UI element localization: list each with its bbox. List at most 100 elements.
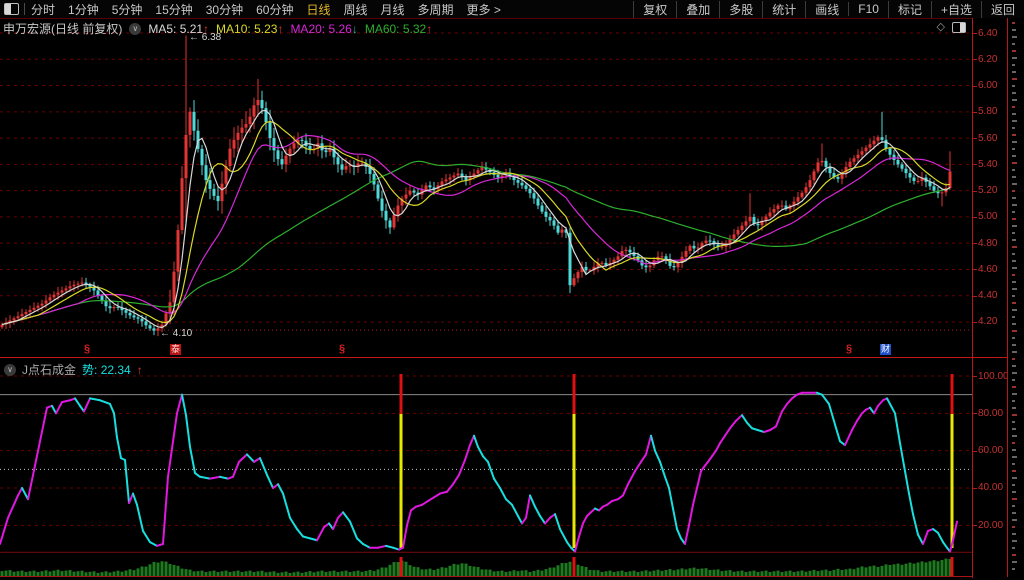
main-chart-panel: 申万宏源(日线 前复权) ∨ MA5: 5.21↑ MA10: 5.23↑ MA… (0, 18, 1024, 357)
up-arrow-icon: ↑ (277, 22, 283, 36)
menu-item-15min[interactable]: 15分钟 (155, 1, 192, 18)
mini-strip-glyph (1012, 176, 1016, 178)
indicator-value-label: 势: 22.34 (82, 361, 131, 378)
indicator-title: J点石成金 (22, 361, 76, 378)
action-back[interactable]: 返回 (981, 1, 1024, 18)
axis-tick (973, 33, 977, 34)
mini-strip-glyph (1012, 85, 1015, 87)
ma20-label: MA20: (290, 22, 325, 36)
mini-strip-glyph (1012, 274, 1015, 276)
menu-item-monthly[interactable]: 月线 (381, 1, 405, 18)
action-multistock[interactable]: 多股 (719, 1, 762, 18)
mini-strip-glyph (1012, 428, 1016, 430)
price-axis-label: 6.20 (973, 54, 1007, 65)
mini-strip-glyph (1012, 281, 1016, 283)
menu-item-more[interactable]: 更多 > (467, 1, 501, 18)
action-fuquan[interactable]: 复权 (633, 1, 676, 18)
menu-item-1min[interactable]: 1分钟 (68, 1, 99, 18)
mini-strip-glyph (1012, 491, 1016, 493)
axis-tick (973, 488, 977, 489)
menu-item-5min[interactable]: 5分钟 (112, 1, 143, 18)
financial-report-mark[interactable]: 财 (880, 344, 891, 355)
ma60-value: 5.32 (403, 22, 426, 36)
action-drawline[interactable]: 画线 (805, 1, 848, 18)
ma20-value: 5.26 (328, 22, 351, 36)
low-price-annotation: ← 4.10 (160, 328, 192, 339)
mini-strip-glyph (1012, 211, 1015, 213)
trading-app: 分时 1分钟 5分钟 15分钟 30分钟 60分钟 日线 周线 月线 多周期 更… (0, 0, 1024, 580)
indicator-axis-label: 20.00 (973, 520, 1007, 531)
axis-tick (973, 243, 977, 244)
action-overlay[interactable]: 叠加 (676, 1, 719, 18)
mini-strip-glyph (1012, 484, 1015, 486)
menu-item-30min[interactable]: 30分钟 (206, 1, 243, 18)
main-candle-chart[interactable] (0, 18, 972, 357)
mini-strip-glyph (1012, 78, 1017, 80)
mini-strip-glyph (1012, 554, 1016, 556)
mini-strip-glyph (1012, 141, 1017, 143)
indicator-value-name: 势: (82, 363, 97, 377)
ma60-legend: MA60: 5.32↑ (365, 22, 432, 36)
mini-strip-glyph (1012, 225, 1017, 227)
chevron-down-icon[interactable]: ∨ (129, 23, 141, 35)
sub-chart-panel: ∨ J点石成金 势: 22.34 ↑ 100.0080.0060.0040.00… (0, 357, 1024, 578)
right-mini-strip[interactable] (1007, 18, 1024, 577)
axis-tick (973, 138, 977, 139)
action-f10[interactable]: F10 (848, 2, 888, 16)
axis-tick (973, 217, 977, 218)
chevron-down-icon[interactable]: ∨ (4, 364, 16, 376)
mini-strip-glyph (1012, 36, 1017, 38)
mini-strip-glyph (1012, 127, 1015, 129)
mini-strip-glyph (1012, 421, 1015, 423)
price-axis-label: 5.60 (973, 133, 1007, 144)
indicator-axis-label: 40.00 (973, 482, 1007, 493)
indicator-chart[interactable] (0, 358, 972, 578)
menu-item-daily[interactable]: 日线 (306, 1, 330, 18)
split-window-icon[interactable] (4, 3, 19, 15)
mini-strip-glyph (1012, 155, 1016, 157)
menu-item-weekly[interactable]: 周线 (343, 1, 367, 18)
mini-strip-glyph (1012, 148, 1015, 150)
mini-strip-glyph (1012, 134, 1016, 136)
price-axis-label: 4.40 (973, 290, 1007, 301)
exright-mark[interactable]: § (339, 344, 345, 355)
axis-tick (973, 191, 977, 192)
mini-strip-glyph (1012, 407, 1016, 409)
price-axis-label: 5.00 (973, 211, 1007, 222)
mini-strip-glyph (1012, 323, 1016, 325)
menu-item-60min[interactable]: 60分钟 (256, 1, 293, 18)
price-axis-label: 4.80 (973, 238, 1007, 249)
high-price-annotation: ← 6.38 (189, 32, 221, 43)
corner-icons: ◇ (937, 22, 966, 33)
event-seal-mark[interactable]: 泰 (170, 344, 181, 355)
action-add-watchlist[interactable]: +自选 (931, 1, 981, 18)
indicator-axis-label: 100.00 (973, 371, 1007, 382)
indicator-value: 22.34 (101, 363, 131, 377)
indicator-axis-label: 60.00 (973, 445, 1007, 456)
indicator-header: ∨ J点石成金 势: 22.34 ↑ (4, 361, 143, 378)
mini-strip-glyph (1012, 358, 1015, 360)
diamond-icon[interactable]: ◇ (937, 22, 945, 33)
mini-strip-glyph (1012, 568, 1015, 570)
mini-strip-glyph (1012, 442, 1015, 444)
mini-strip-glyph (1012, 50, 1016, 52)
menu-item-fenshi[interactable]: 分时 (31, 1, 55, 18)
mini-strip-glyph (1012, 365, 1016, 367)
exright-mark[interactable]: § (84, 344, 90, 355)
menu-item-multiperiod[interactable]: 多周期 (418, 1, 454, 18)
mini-strip-glyph (1012, 267, 1017, 269)
price-axis-label: 6.40 (973, 28, 1007, 39)
exright-mark[interactable]: § (846, 344, 852, 355)
price-axis-label: 4.20 (973, 316, 1007, 327)
mini-strip-glyph (1012, 498, 1017, 500)
window-layout-icon[interactable] (952, 22, 966, 33)
action-stats[interactable]: 统计 (762, 1, 805, 18)
ma10-label: MA10: (216, 22, 251, 36)
action-mark[interactable]: 标记 (888, 1, 931, 18)
axis-tick (973, 269, 977, 270)
indicator-value-axis: 100.0080.0060.0040.0020.00 (972, 358, 1007, 578)
mini-strip-glyph (1012, 526, 1015, 528)
price-axis-label: 5.20 (973, 185, 1007, 196)
mini-strip-glyph (1012, 246, 1017, 248)
axis-tick (973, 413, 977, 414)
